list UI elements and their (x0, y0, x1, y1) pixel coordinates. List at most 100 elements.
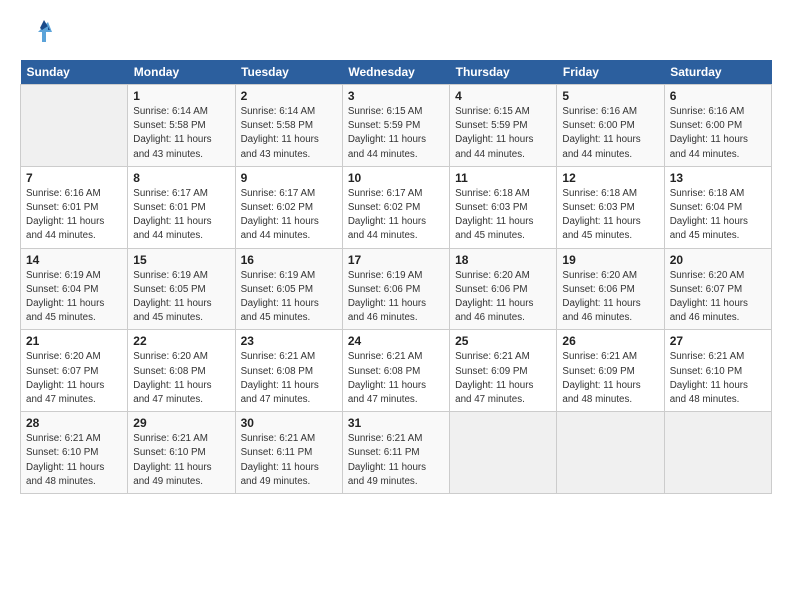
calendar-cell: 18 Sunrise: 6:20 AM Sunset: 6:06 PM Dayli… (450, 248, 557, 330)
day-number: 13 (670, 171, 766, 185)
day-info: Sunrise: 6:18 AM Sunset: 6:03 PM Dayligh… (455, 187, 551, 244)
calendar-cell: 9 Sunrise: 6:17 AM Sunset: 6:02 PM Daylig… (235, 166, 342, 248)
calendar-cell: 16Sunrise: 6:19 AM Sunset: 6:05 PM Dayli… (235, 248, 342, 330)
calendar-cell: 30 Sunrise: 6:21 AM Sunset: 6:11 PM Dayli… (235, 412, 342, 494)
day-info: Sunrise: 6:15 AM Sunset: 5:59 PM Dayligh… (455, 105, 551, 162)
calendar-cell: 28Sunrise: 6:21 AM Sunset: 6:10 PM Dayli… (21, 412, 128, 494)
calendar-cell: 2 Sunrise: 6:14 AM Sunset: 5:58 PM Daylig… (235, 85, 342, 167)
day-info: Sunrise: 6:19 AM Sunset: 6:05 PM Dayligh… (241, 269, 337, 326)
calendar-cell (664, 412, 771, 494)
day-info: Sunrise: 6:21 AM Sunset: 6:08 PM Dayligh… (241, 350, 337, 407)
day-number: 12 (562, 171, 658, 185)
calendar-cell: 5Sunrise: 6:16 AM Sunset: 6:00 PM Daylig… (557, 85, 664, 167)
header-row: SundayMondayTuesdayWednesdayThursdayFrid… (21, 60, 772, 85)
calendar-cell: 29Sunrise: 6:21 AM Sunset: 6:10 PM Dayli… (128, 412, 235, 494)
calendar-cell: 13Sunrise: 6:18 AM Sunset: 6:04 PM Dayli… (664, 166, 771, 248)
calendar-cell: 7Sunrise: 6:16 AM Sunset: 6:01 PM Daylig… (21, 166, 128, 248)
day-info: Sunrise: 6:17 AM Sunset: 6:02 PM Dayligh… (241, 187, 337, 244)
calendar-cell: 25 Sunrise: 6:21 AM Sunset: 6:09 PM Dayli… (450, 330, 557, 412)
day-info: Sunrise: 6:17 AM Sunset: 6:01 PM Dayligh… (133, 187, 229, 244)
day-number: 1 (133, 89, 229, 103)
calendar-cell: 11 Sunrise: 6:18 AM Sunset: 6:03 PM Dayli… (450, 166, 557, 248)
week-row-2: 7Sunrise: 6:16 AM Sunset: 6:01 PM Daylig… (21, 166, 772, 248)
day-info: Sunrise: 6:21 AM Sunset: 6:10 PM Dayligh… (133, 432, 229, 489)
day-number: 6 (670, 89, 766, 103)
calendar-cell: 14 Sunrise: 6:19 AM Sunset: 6:04 PM Dayli… (21, 248, 128, 330)
day-number: 24 (348, 334, 444, 348)
calendar-cell (21, 85, 128, 167)
day-number: 21 (26, 334, 122, 348)
day-info: Sunrise: 6:20 AM Sunset: 6:07 PM Dayligh… (670, 269, 766, 326)
calendar-cell: 12 Sunrise: 6:18 AM Sunset: 6:03 PM Dayli… (557, 166, 664, 248)
header-area (20, 18, 772, 50)
day-number: 7 (26, 171, 122, 185)
calendar-cell: 6Sunrise: 6:16 AM Sunset: 6:00 PM Daylig… (664, 85, 771, 167)
day-number: 19 (562, 253, 658, 267)
day-number: 4 (455, 89, 551, 103)
day-info: Sunrise: 6:19 AM Sunset: 6:04 PM Dayligh… (26, 269, 122, 326)
col-header-friday: Friday (557, 60, 664, 85)
logo-bird-icon (20, 18, 52, 50)
day-info: Sunrise: 6:20 AM Sunset: 6:06 PM Dayligh… (455, 269, 551, 326)
day-info: Sunrise: 6:15 AM Sunset: 5:59 PM Dayligh… (348, 105, 444, 162)
calendar-cell: 22 Sunrise: 6:20 AM Sunset: 6:08 PM Dayli… (128, 330, 235, 412)
day-number: 3 (348, 89, 444, 103)
day-info: Sunrise: 6:21 AM Sunset: 6:09 PM Dayligh… (455, 350, 551, 407)
day-number: 27 (670, 334, 766, 348)
day-number: 17 (348, 253, 444, 267)
day-number: 31 (348, 416, 444, 430)
day-info: Sunrise: 6:19 AM Sunset: 6:06 PM Dayligh… (348, 269, 444, 326)
day-info: Sunrise: 6:16 AM Sunset: 6:00 PM Dayligh… (562, 105, 658, 162)
col-header-tuesday: Tuesday (235, 60, 342, 85)
day-info: Sunrise: 6:14 AM Sunset: 5:58 PM Dayligh… (241, 105, 337, 162)
calendar-cell (450, 412, 557, 494)
calendar-cell: 4 Sunrise: 6:15 AM Sunset: 5:59 PM Daylig… (450, 85, 557, 167)
calendar-cell (557, 412, 664, 494)
day-info: Sunrise: 6:20 AM Sunset: 6:06 PM Dayligh… (562, 269, 658, 326)
col-header-thursday: Thursday (450, 60, 557, 85)
calendar-cell: 10Sunrise: 6:17 AM Sunset: 6:02 PM Dayli… (342, 166, 449, 248)
day-number: 8 (133, 171, 229, 185)
day-number: 15 (133, 253, 229, 267)
day-number: 18 (455, 253, 551, 267)
day-number: 11 (455, 171, 551, 185)
day-number: 30 (241, 416, 337, 430)
day-info: Sunrise: 6:14 AM Sunset: 5:58 PM Dayligh… (133, 105, 229, 162)
day-info: Sunrise: 6:18 AM Sunset: 6:03 PM Dayligh… (562, 187, 658, 244)
day-info: Sunrise: 6:21 AM Sunset: 6:10 PM Dayligh… (26, 432, 122, 489)
col-header-saturday: Saturday (664, 60, 771, 85)
day-info: Sunrise: 6:21 AM Sunset: 6:11 PM Dayligh… (241, 432, 337, 489)
calendar-cell: 20Sunrise: 6:20 AM Sunset: 6:07 PM Dayli… (664, 248, 771, 330)
calendar-cell: 3 Sunrise: 6:15 AM Sunset: 5:59 PM Daylig… (342, 85, 449, 167)
day-info: Sunrise: 6:21 AM Sunset: 6:10 PM Dayligh… (670, 350, 766, 407)
calendar-cell: 26 Sunrise: 6:21 AM Sunset: 6:09 PM Dayli… (557, 330, 664, 412)
logo (20, 18, 56, 50)
calendar-table: SundayMondayTuesdayWednesdayThursdayFrid… (20, 60, 772, 494)
calendar-cell: 23 Sunrise: 6:21 AM Sunset: 6:08 PM Dayli… (235, 330, 342, 412)
calendar-cell: 24 Sunrise: 6:21 AM Sunset: 6:08 PM Dayli… (342, 330, 449, 412)
calendar-cell: 21 Sunrise: 6:20 AM Sunset: 6:07 PM Dayli… (21, 330, 128, 412)
col-header-monday: Monday (128, 60, 235, 85)
week-row-1: 1 Sunrise: 6:14 AM Sunset: 5:58 PM Daylig… (21, 85, 772, 167)
day-info: Sunrise: 6:20 AM Sunset: 6:07 PM Dayligh… (26, 350, 122, 407)
calendar-page: SundayMondayTuesdayWednesdayThursdayFrid… (0, 0, 792, 504)
day-number: 23 (241, 334, 337, 348)
week-row-3: 14 Sunrise: 6:19 AM Sunset: 6:04 PM Dayli… (21, 248, 772, 330)
day-info: Sunrise: 6:21 AM Sunset: 6:08 PM Dayligh… (348, 350, 444, 407)
col-header-wednesday: Wednesday (342, 60, 449, 85)
day-number: 14 (26, 253, 122, 267)
day-number: 2 (241, 89, 337, 103)
calendar-cell: 1 Sunrise: 6:14 AM Sunset: 5:58 PM Daylig… (128, 85, 235, 167)
calendar-cell: 15 Sunrise: 6:19 AM Sunset: 6:05 PM Dayli… (128, 248, 235, 330)
week-row-5: 28Sunrise: 6:21 AM Sunset: 6:10 PM Dayli… (21, 412, 772, 494)
day-info: Sunrise: 6:19 AM Sunset: 6:05 PM Dayligh… (133, 269, 229, 326)
day-number: 25 (455, 334, 551, 348)
day-info: Sunrise: 6:21 AM Sunset: 6:11 PM Dayligh… (348, 432, 444, 489)
day-number: 22 (133, 334, 229, 348)
day-number: 26 (562, 334, 658, 348)
day-number: 10 (348, 171, 444, 185)
day-info: Sunrise: 6:20 AM Sunset: 6:08 PM Dayligh… (133, 350, 229, 407)
day-info: Sunrise: 6:21 AM Sunset: 6:09 PM Dayligh… (562, 350, 658, 407)
col-header-sunday: Sunday (21, 60, 128, 85)
day-number: 9 (241, 171, 337, 185)
